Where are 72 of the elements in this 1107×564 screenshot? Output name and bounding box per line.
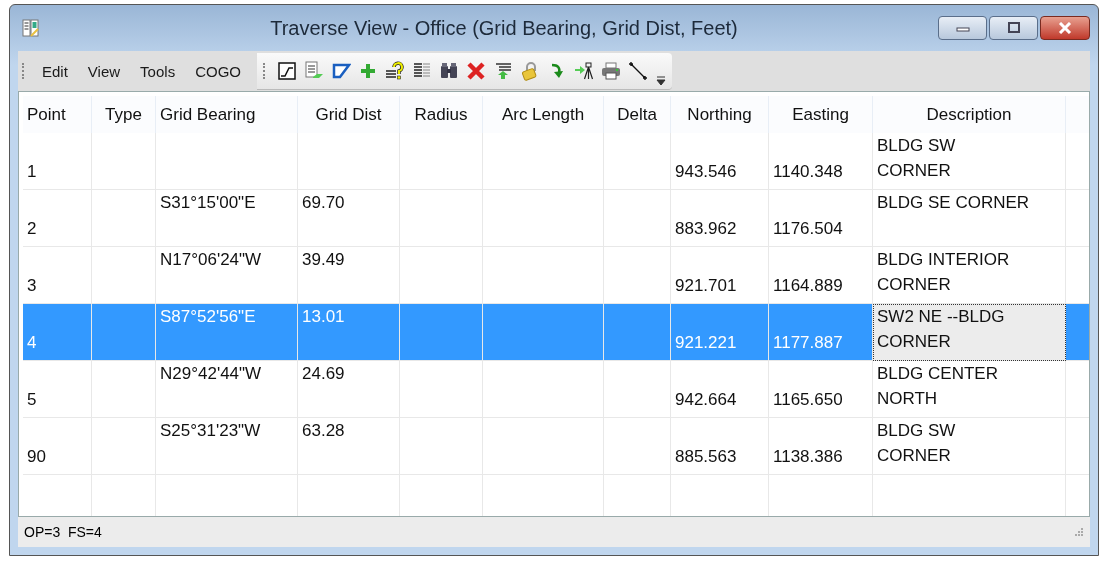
grip-icon bbox=[22, 63, 26, 79]
column-header[interactable]: Type bbox=[91, 96, 156, 133]
lines-arrow-icon[interactable] bbox=[493, 61, 513, 81]
table-cell: 5 bbox=[23, 360, 92, 418]
table-cell: 1138.386 bbox=[768, 417, 873, 475]
table-cell: S31°15'00"E bbox=[155, 189, 298, 247]
overflow-icon[interactable] bbox=[656, 74, 666, 86]
table-cell: BLDG SW CORNER bbox=[872, 133, 1066, 190]
column-header[interactable]: Radius bbox=[399, 96, 483, 133]
column-header[interactable]: Northing bbox=[670, 96, 769, 133]
table-cell: 24.69 bbox=[297, 360, 400, 418]
table-cell: 1177.887 bbox=[768, 303, 873, 361]
column-header[interactable]: Grid Dist bbox=[297, 96, 400, 133]
table-cell: BLDG CENTER NORTH bbox=[872, 360, 1066, 418]
table-cell: 90 bbox=[23, 417, 92, 475]
column-header[interactable]: Easting bbox=[768, 96, 873, 133]
plus-icon[interactable] bbox=[358, 61, 378, 81]
minimize-button[interactable] bbox=[938, 16, 987, 40]
menu-item[interactable]: View bbox=[81, 62, 131, 80]
document-icon[interactable] bbox=[304, 61, 324, 81]
column-header[interactable]: Delta bbox=[603, 96, 671, 133]
table-cell: 921.221 bbox=[670, 303, 769, 361]
table-cell: 1165.650 bbox=[768, 360, 873, 418]
table-cell: 1164.889 bbox=[768, 246, 873, 304]
column-header[interactable]: Grid Bearing bbox=[155, 96, 298, 133]
menu-item[interactable]: Edit bbox=[36, 62, 78, 80]
table-cell: 921.701 bbox=[670, 246, 769, 304]
binoculars-icon[interactable] bbox=[439, 61, 459, 81]
resize-grip-icon[interactable] bbox=[1074, 527, 1084, 537]
table-cell: 943.546 bbox=[670, 133, 769, 190]
table-cell: N17°06'24"W bbox=[155, 246, 298, 304]
table-cell: 63.28 bbox=[297, 417, 400, 475]
table-cell: 2 bbox=[23, 189, 92, 247]
delete-icon[interactable] bbox=[466, 61, 486, 81]
tripod-icon[interactable] bbox=[574, 61, 594, 81]
app-icon bbox=[22, 19, 40, 37]
table-cell: N29°42'44"W bbox=[155, 360, 298, 418]
close-button[interactable] bbox=[1040, 16, 1090, 40]
table-cell: 4 bbox=[23, 303, 92, 361]
table-cell: 942.664 bbox=[670, 360, 769, 418]
column-header[interactable]: Description bbox=[872, 96, 1066, 133]
table-cell: 885.563 bbox=[670, 417, 769, 475]
maximize-icon bbox=[1006, 22, 1021, 34]
menu-item[interactable]: COGO bbox=[189, 62, 251, 80]
line-chart-icon[interactable] bbox=[277, 61, 297, 81]
column-header[interactable]: Point bbox=[23, 96, 92, 133]
table-cell: S87°52'56"E bbox=[155, 303, 298, 361]
question-icon[interactable] bbox=[385, 61, 405, 81]
close-icon bbox=[1058, 22, 1072, 34]
table-cell: BLDG INTERIOR CORNER bbox=[872, 246, 1066, 304]
table-cell: 13.01 bbox=[297, 303, 400, 361]
table-cell: 1140.348 bbox=[768, 133, 873, 190]
table-cell: 69.70 bbox=[297, 189, 400, 247]
table-cell: 39.49 bbox=[297, 246, 400, 304]
parallelogram-icon[interactable] bbox=[331, 61, 351, 81]
grip-icon bbox=[263, 63, 267, 79]
minimize-icon bbox=[955, 24, 970, 32]
table-cell: S25°31'23"W bbox=[155, 417, 298, 475]
line-points-icon[interactable] bbox=[628, 61, 648, 81]
printer-icon[interactable] bbox=[601, 61, 621, 81]
maximize-button[interactable] bbox=[989, 16, 1038, 40]
status-text: OP=3 FS=4 bbox=[24, 524, 102, 540]
table-cell: 3 bbox=[23, 246, 92, 304]
table-cell: 1 bbox=[23, 133, 92, 190]
table-cell: 883.962 bbox=[670, 189, 769, 247]
table-cell: BLDG SE CORNER bbox=[872, 189, 1066, 247]
menu-item[interactable]: Tools bbox=[134, 62, 186, 80]
table-cell: 1176.504 bbox=[768, 189, 873, 247]
window-title: Traverse View - Office (Grid Bearing, Grid Dist, Feet) bbox=[269, 16, 739, 40]
table-cell: SW2 NE --BLDG CORNER bbox=[872, 303, 1066, 361]
table-cell: BLDG SW CORNER bbox=[872, 417, 1066, 475]
column-header[interactable]: Arc Length bbox=[482, 96, 604, 133]
